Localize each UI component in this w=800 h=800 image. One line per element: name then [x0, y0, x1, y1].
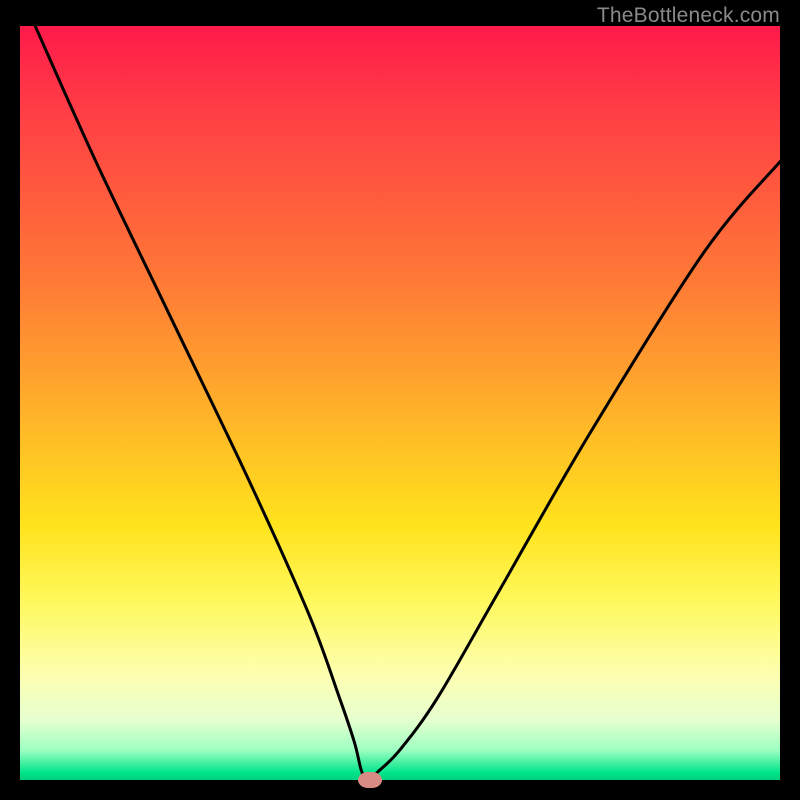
curve-svg — [20, 26, 780, 780]
optimum-marker — [358, 772, 382, 788]
watermark-text: TheBottleneck.com — [597, 4, 780, 28]
bottleneck-curve-path — [35, 26, 780, 780]
plot-area — [20, 26, 780, 780]
chart-frame: TheBottleneck.com — [0, 0, 800, 800]
